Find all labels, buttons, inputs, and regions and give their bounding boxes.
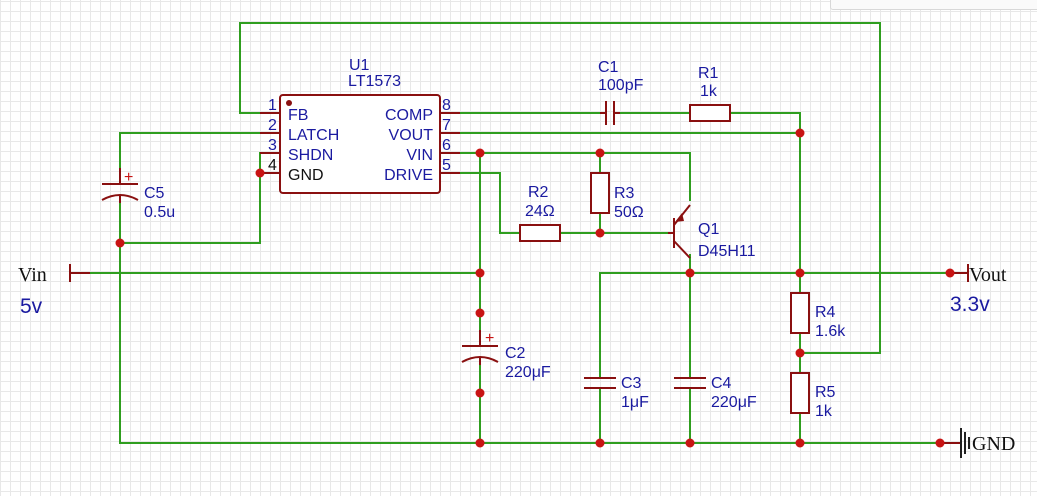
capacitor-c4[interactable]: C4 220μF <box>674 375 757 411</box>
pin-name-vin: VIN <box>406 147 433 164</box>
r1-ref: R1 <box>698 65 719 82</box>
chip-u1[interactable]: U1 LT1573 1 2 3 4 FB LATCH SHDN GND 8 7 … <box>260 57 460 194</box>
junction <box>685 268 695 278</box>
capacitor-c2[interactable]: + C2 220μF <box>461 330 551 381</box>
resistor-r1[interactable]: R1 1k <box>689 65 731 122</box>
r5-ref: R5 <box>815 384 836 401</box>
vout-voltage: 3.3v <box>950 293 990 316</box>
pin-num-4: 4 <box>268 157 277 174</box>
schematic-canvas: U1 LT1573 1 2 3 4 FB LATCH SHDN GND 8 7 … <box>18 22 1015 458</box>
svg-text:+: + <box>485 330 494 347</box>
junction <box>795 268 805 278</box>
junction <box>935 438 945 448</box>
wire-c5-gnd <box>119 172 261 244</box>
pin-num-6: 6 <box>442 137 451 154</box>
c3-value: 1μF <box>621 394 649 411</box>
resistor-r5[interactable]: R5 1k <box>790 372 836 420</box>
junction <box>795 128 805 138</box>
junction <box>475 268 485 278</box>
pin-num-1: 1 <box>268 97 277 114</box>
pin-name-shdn: SHDN <box>288 147 333 164</box>
r4-value: 1.6k <box>815 323 846 340</box>
c4-value: 220μF <box>711 394 757 411</box>
pin-num-5: 5 <box>442 157 451 174</box>
pin1-dot <box>286 100 292 106</box>
pin-name-vout: VOUT <box>389 127 434 144</box>
wire-drive <box>459 172 521 234</box>
q1-value: D45H11 <box>698 243 756 260</box>
c2-ref: C2 <box>505 345 526 362</box>
c5-ref: C5 <box>144 185 165 202</box>
vin-label: Vin <box>18 264 47 286</box>
junction <box>475 148 485 158</box>
junction <box>595 148 605 158</box>
wire-latch <box>119 132 261 169</box>
pin-num-3: 3 <box>268 137 277 154</box>
c1-ref: C1 <box>598 59 619 76</box>
r3-ref: R3 <box>614 185 635 202</box>
pin-num-7: 7 <box>442 117 451 134</box>
junction <box>595 228 605 238</box>
vin-voltage: 5v <box>20 295 43 318</box>
resistor-r2[interactable]: R2 24Ω <box>519 184 561 242</box>
port-vout[interactable]: Vout 3.3v <box>950 264 1007 316</box>
junction <box>595 438 605 448</box>
capacitor-c3[interactable]: C3 1μF <box>584 375 649 411</box>
pin-name-comp: COMP <box>385 107 433 124</box>
junction <box>795 348 805 358</box>
capacitor-c1[interactable]: C1 100pF <box>598 59 644 125</box>
pin-name-drive: DRIVE <box>384 167 433 184</box>
junction <box>475 388 485 398</box>
pin-name-fb: FB <box>288 107 308 124</box>
pin-num-2: 2 <box>268 117 277 134</box>
junction <box>795 438 805 448</box>
chip-ref: U1 <box>349 57 370 74</box>
r1-value: 1k <box>700 83 718 100</box>
r5-value: 1k <box>815 403 833 420</box>
r4-ref: R4 <box>815 304 836 321</box>
junction <box>255 168 265 178</box>
junction <box>475 438 485 448</box>
ground-symbol[interactable]: GND <box>940 428 1015 458</box>
q1-ref: Q1 <box>698 221 719 238</box>
c5-value: 0.5u <box>144 204 175 221</box>
gnd-label: GND <box>972 433 1015 455</box>
junction <box>115 238 125 248</box>
transistor-q1[interactable]: Q1 D45H11 <box>668 204 756 260</box>
c3-ref: C3 <box>621 375 642 392</box>
port-vin[interactable]: Vin 5v <box>18 264 90 318</box>
r3-value: 50Ω <box>614 204 644 221</box>
r2-ref: R2 <box>528 184 549 201</box>
wire-r1-vout <box>729 112 801 134</box>
r2-value: 24Ω <box>525 203 555 220</box>
pin-name-gnd: GND <box>288 167 324 184</box>
junction <box>685 438 695 448</box>
junction <box>945 268 955 278</box>
chip-part: LT1573 <box>348 73 401 90</box>
pin-num-8: 8 <box>442 97 451 114</box>
capacitor-c5[interactable]: + C5 0.5u <box>101 168 175 221</box>
vout-label: Vout <box>969 264 1007 286</box>
junction <box>475 308 485 318</box>
resistor-r4[interactable]: R4 1.6k <box>790 292 846 340</box>
c4-ref: C4 <box>711 375 732 392</box>
pin-name-latch: LATCH <box>288 127 339 144</box>
svg-text:+: + <box>124 169 133 186</box>
c2-value: 220μF <box>505 364 551 381</box>
resistor-r3[interactable]: R3 50Ω <box>590 172 644 221</box>
c1-value: 100pF <box>598 77 644 94</box>
